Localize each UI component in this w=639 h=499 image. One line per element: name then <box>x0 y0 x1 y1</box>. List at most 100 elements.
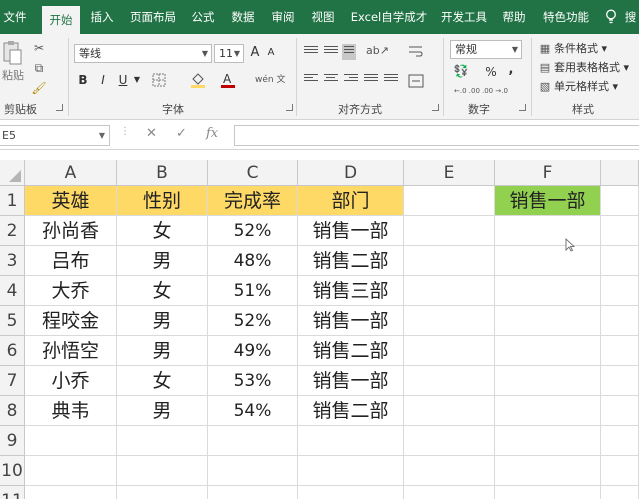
align-bottom-icon[interactable] <box>342 44 356 60</box>
column-header-a[interactable]: A <box>25 160 117 186</box>
format-painter-icon[interactable]: 🖌 <box>30 79 48 97</box>
row-header-6[interactable]: 6 <box>0 336 25 366</box>
cell[interactable] <box>601 396 639 426</box>
cell[interactable] <box>601 276 639 306</box>
cell[interactable] <box>495 366 601 396</box>
tab-file[interactable]: 文件 <box>0 0 30 34</box>
cell[interactable] <box>404 246 495 276</box>
tab-insert[interactable]: 插入 <box>87 0 117 34</box>
table-data-cell[interactable]: 销售二部 <box>298 246 404 276</box>
cell[interactable] <box>601 426 639 456</box>
worksheet-grid[interactable]: A B C D E F 1 英雄 性别 完成率 部门 销售一部 2 孙尚香女 52% 销售一部 3 吕布男 48% 销… <box>0 150 639 499</box>
table-data-cell[interactable]: 销售三部 <box>298 276 404 306</box>
tab-excel-self-study[interactable]: Excel自学成才 <box>350 0 428 34</box>
tab-view[interactable]: 视图 <box>308 0 338 34</box>
cell[interactable] <box>404 306 495 336</box>
column-header-e[interactable]: E <box>404 160 495 186</box>
column-header-b[interactable]: B <box>117 160 208 186</box>
cell[interactable] <box>25 486 117 499</box>
tab-data[interactable]: 数据 <box>228 0 258 34</box>
table-data-cell[interactable]: 48% <box>208 246 298 276</box>
table-data-cell[interactable]: 女 <box>117 276 208 306</box>
row-header-8[interactable]: 8 <box>0 396 25 426</box>
table-data-cell[interactable]: 孙尚香 <box>25 216 117 246</box>
row-header-5[interactable]: 5 <box>0 306 25 336</box>
table-data-cell[interactable]: 孙悟空 <box>25 336 117 366</box>
row-header-9[interactable]: 9 <box>0 426 25 456</box>
cell[interactable] <box>25 426 117 456</box>
cell[interactable] <box>404 186 495 216</box>
row-header-11[interactable]: 11 <box>0 486 25 499</box>
cell[interactable] <box>495 216 601 246</box>
cell[interactable] <box>495 426 601 456</box>
cell[interactable] <box>208 456 298 486</box>
tab-page-layout[interactable]: 页面布局 <box>128 0 178 34</box>
tab-developer[interactable]: 开发工具 <box>438 0 490 34</box>
format-as-table-button[interactable]: 套用表格格式 ▾ <box>554 59 629 77</box>
font-size-select[interactable]: 11 ▼ <box>214 44 244 63</box>
cell[interactable] <box>601 366 639 396</box>
cell-styles-button[interactable]: 单元格样式 ▾ <box>554 78 618 96</box>
cell[interactable] <box>298 456 404 486</box>
tab-search[interactable]: 搜 <box>622 0 639 34</box>
cell[interactable] <box>601 456 639 486</box>
cell[interactable] <box>298 426 404 456</box>
comma-button[interactable]: , <box>506 61 516 79</box>
table-data-cell[interactable]: 男 <box>117 396 208 426</box>
insert-function-icon[interactable]: fx <box>206 126 218 141</box>
table-data-cell[interactable]: 销售一部 <box>298 216 404 246</box>
table-data-cell[interactable]: 销售一部 <box>298 366 404 396</box>
merge-center-icon[interactable] <box>408 74 424 88</box>
confirm-icon[interactable]: ✓ <box>176 126 187 141</box>
cell[interactable] <box>404 456 495 486</box>
align-middle-icon[interactable] <box>324 46 338 58</box>
table-data-cell[interactable]: 54% <box>208 396 298 426</box>
bold-button[interactable]: B <box>76 71 90 89</box>
cell[interactable] <box>117 426 208 456</box>
decrease-indent-icon[interactable] <box>364 74 378 86</box>
tab-special[interactable]: 特色功能 <box>540 0 592 34</box>
table-header-cell[interactable]: 英雄 <box>25 186 117 216</box>
cell[interactable] <box>117 456 208 486</box>
table-data-cell[interactable]: 51% <box>208 276 298 306</box>
row-header-1[interactable]: 1 <box>0 186 25 216</box>
align-top-icon[interactable] <box>304 46 318 58</box>
row-header-7[interactable]: 7 <box>0 366 25 396</box>
number-format-select[interactable]: 常规 ▼ <box>450 40 522 59</box>
cell[interactable] <box>495 396 601 426</box>
cell[interactable] <box>495 276 601 306</box>
cell[interactable] <box>601 336 639 366</box>
cell-f1[interactable]: 销售一部 <box>495 186 601 216</box>
cell[interactable] <box>404 366 495 396</box>
table-data-cell[interactable]: 52% <box>208 306 298 336</box>
currency-icon[interactable]: 💱 <box>452 62 470 80</box>
row-header-4[interactable]: 4 <box>0 276 25 306</box>
font-grow-button[interactable]: A <box>248 44 262 62</box>
increase-decimal-button[interactable]: ←.0 .00 <box>454 82 480 100</box>
cell[interactable] <box>495 456 601 486</box>
tab-review[interactable]: 审阅 <box>268 0 298 34</box>
paste-icon[interactable] <box>2 40 22 66</box>
cell[interactable] <box>404 396 495 426</box>
table-data-cell[interactable]: 49% <box>208 336 298 366</box>
decrease-decimal-button[interactable]: .00 →.0 <box>482 82 508 100</box>
table-data-cell[interactable]: 女 <box>117 216 208 246</box>
copy-icon[interactable]: ⧉ <box>30 59 48 77</box>
cell[interactable] <box>404 216 495 246</box>
table-data-cell[interactable]: 销售一部 <box>298 306 404 336</box>
cell[interactable] <box>601 216 639 246</box>
column-header-f[interactable]: F <box>495 160 601 186</box>
cell[interactable] <box>601 306 639 336</box>
table-data-cell[interactable]: 典韦 <box>25 396 117 426</box>
formula-input[interactable] <box>234 125 639 146</box>
font-shrink-button[interactable]: A <box>264 44 278 62</box>
align-left-icon[interactable] <box>304 74 318 86</box>
number-launcher-icon[interactable] <box>519 104 526 111</box>
fill-color-icon[interactable] <box>190 71 206 89</box>
align-right-icon[interactable] <box>344 74 358 86</box>
cell[interactable] <box>404 426 495 456</box>
cell[interactable] <box>495 486 601 499</box>
table-header-cell[interactable]: 部门 <box>298 186 404 216</box>
cell[interactable] <box>208 426 298 456</box>
percent-button[interactable]: % <box>484 63 498 81</box>
